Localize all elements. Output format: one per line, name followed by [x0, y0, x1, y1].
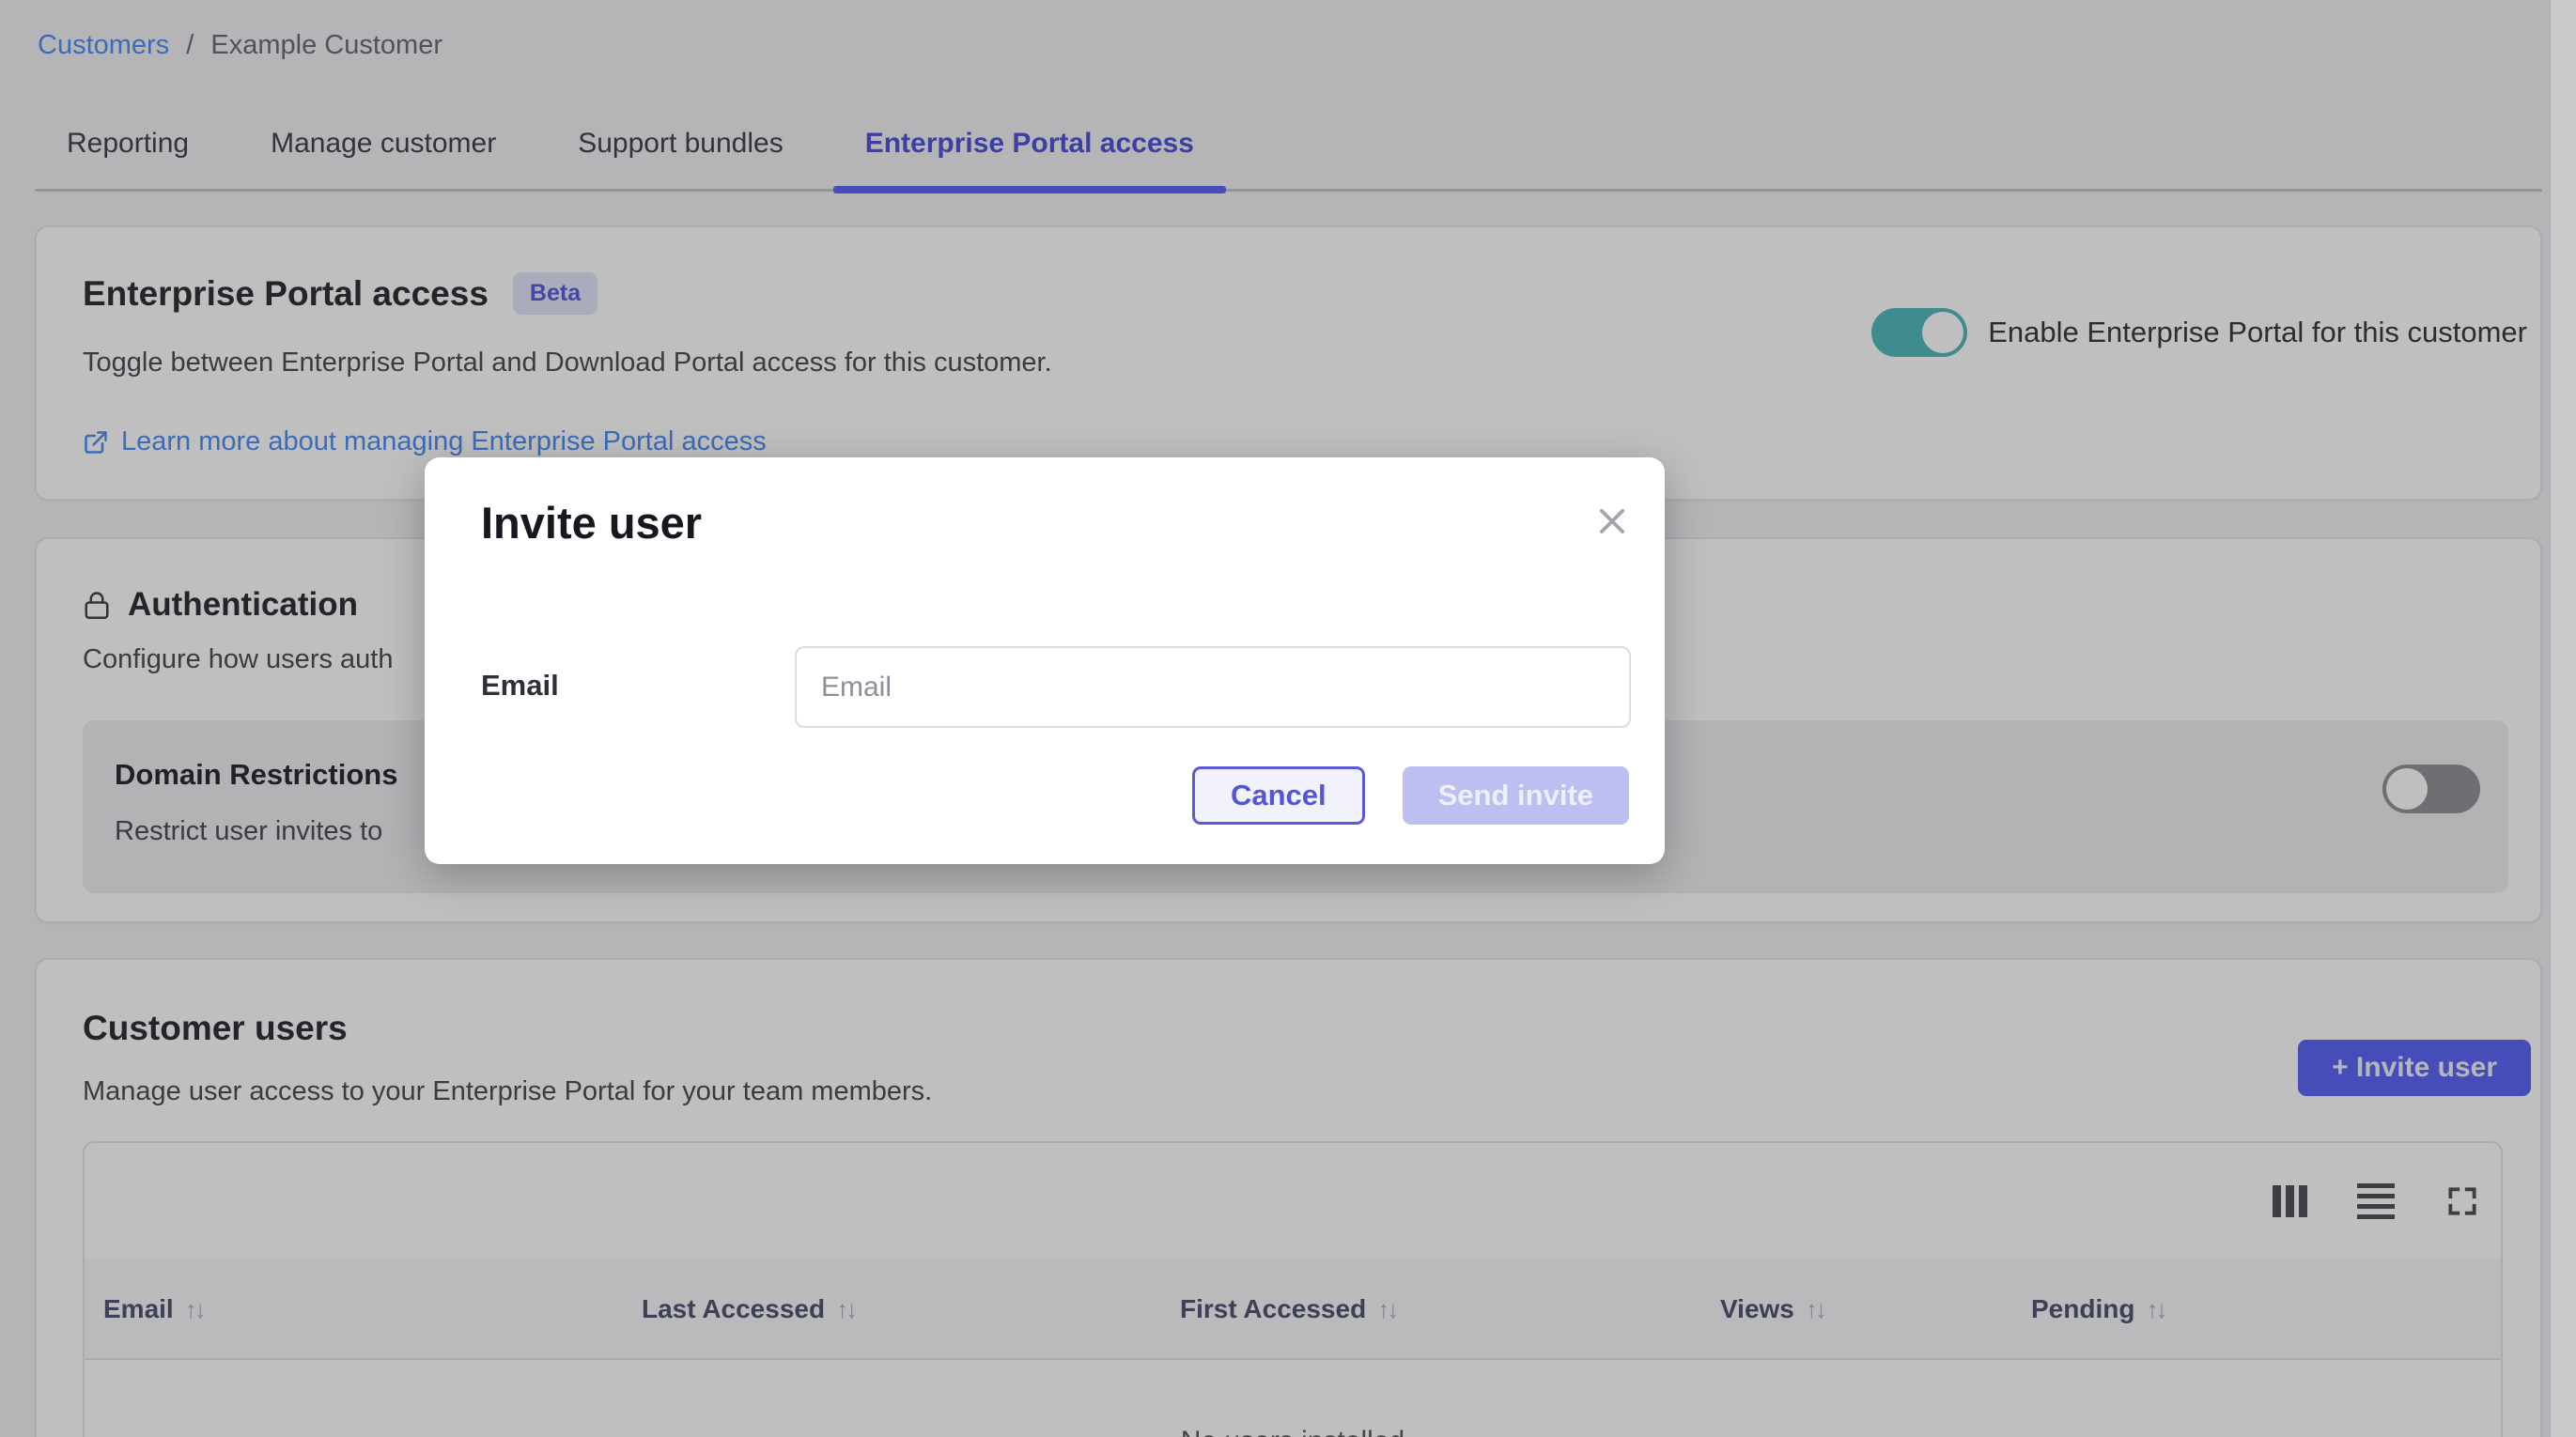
send-invite-button[interactable]: Send invite — [1403, 766, 1629, 825]
email-label: Email — [481, 669, 559, 703]
cancel-button[interactable]: Cancel — [1192, 766, 1365, 825]
invite-user-modal: Invite user Email Cancel Send invite — [425, 457, 1665, 864]
email-field[interactable] — [795, 646, 1631, 728]
page: Customers / Example Customer Reporting M… — [0, 0, 2576, 1437]
modal-title: Invite user — [481, 497, 702, 549]
close-icon[interactable] — [1591, 501, 1633, 542]
page-scrollbar[interactable] — [2550, 0, 2576, 1437]
